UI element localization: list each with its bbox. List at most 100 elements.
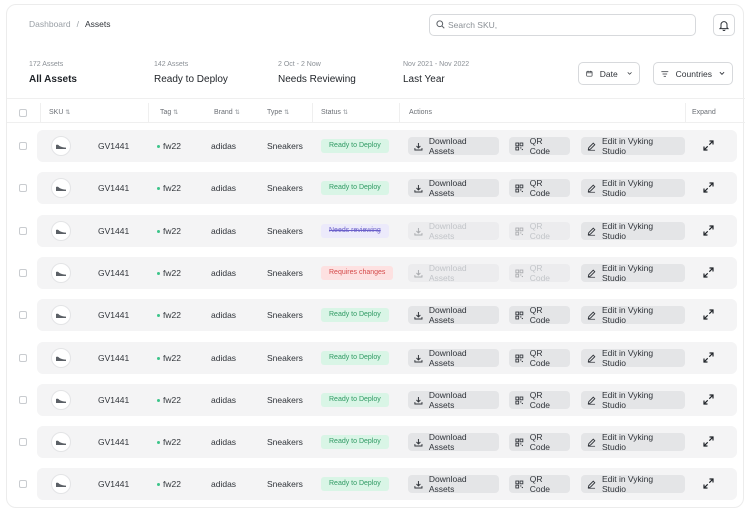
notifications-button[interactable]: [713, 14, 735, 36]
table-row[interactable]: GV1441 fw22 adidas Sneakers Needs reviewing D…: [37, 215, 737, 247]
qr-code-button[interactable]: QR Code: [509, 390, 570, 410]
table-row[interactable]: GV1441 fw22 adidas Sneakers Ready to Deploy D…: [37, 172, 737, 204]
qr-code-button[interactable]: QR Code: [509, 348, 570, 368]
countries-filter-button[interactable]: Countries: [653, 62, 733, 85]
expand-icon[interactable]: [703, 267, 714, 278]
edit-in-studio-button[interactable]: Edit in Vyking Studio: [581, 348, 685, 368]
column-brand[interactable]: Brand ⇅: [214, 109, 240, 116]
row-checkbox[interactable]: [19, 438, 27, 446]
status-badge: Requires changes: [321, 266, 394, 280]
table-row[interactable]: GV1441 fw22 adidas Sneakers Ready to Deploy D…: [37, 384, 737, 416]
row-checkbox[interactable]: [19, 269, 27, 277]
download-assets-button[interactable]: Download Assets: [408, 136, 499, 156]
download-assets-button[interactable]: Download Assets: [408, 221, 499, 241]
sku-cell: GV1441: [98, 310, 130, 320]
qr-code-icon: [515, 311, 524, 319]
search-input[interactable]: [448, 18, 688, 32]
sneaker-icon: [56, 229, 66, 234]
table-row[interactable]: GV1441 fw22 adidas Sneakers Ready to Deploy D…: [37, 468, 737, 500]
tab-all-assets[interactable]: 172 Assets All Assets: [29, 59, 119, 99]
row-checkbox[interactable]: [19, 354, 27, 362]
table-row[interactable]: GV1441 fw22 adidas Sneakers Ready to Deploy D…: [37, 426, 737, 458]
qr-code-button[interactable]: QR Code: [509, 432, 570, 452]
edit-in-studio-button[interactable]: Edit in Vyking Studio: [581, 263, 685, 283]
qr-code-button[interactable]: QR Code: [509, 305, 570, 325]
qr-code-button[interactable]: QR Code: [509, 178, 570, 198]
edit-in-studio-button[interactable]: Edit in Vyking Studio: [581, 178, 685, 198]
tag-label: fw22: [163, 141, 181, 151]
row-checkbox[interactable]: [19, 480, 27, 488]
sku-cell: GV1441: [98, 141, 130, 151]
download-assets-button[interactable]: Download Assets: [408, 305, 499, 325]
download-icon: [414, 311, 423, 320]
expand-icon[interactable]: [703, 352, 714, 363]
qr-code-label: QR Code: [529, 221, 551, 241]
download-assets-label: Download Assets: [428, 390, 467, 410]
row-checkbox[interactable]: [19, 311, 27, 319]
breadcrumb-dashboard[interactable]: Dashboard: [29, 19, 71, 29]
tag-dot: [157, 441, 160, 445]
tab-ready-to-deploy[interactable]: 142 Assets Ready to Deploy: [154, 59, 264, 99]
column-type[interactable]: Type ⇅: [267, 109, 289, 116]
edit-in-studio-button[interactable]: Edit in Vyking Studio: [581, 432, 685, 452]
download-assets-button[interactable]: Download Assets: [408, 263, 499, 283]
type-cell: Sneakers: [267, 268, 303, 278]
type-cell: Sneakers: [267, 395, 303, 405]
tag-label: fw22: [163, 353, 181, 363]
expand-icon[interactable]: [703, 140, 714, 151]
tab-last-year[interactable]: Nov 2021 - Nov 2022 Last Year: [403, 59, 513, 99]
date-filter-button[interactable]: Date: [578, 62, 640, 85]
pencil-icon: [587, 227, 596, 236]
edit-in-studio-button[interactable]: Edit in Vyking Studio: [581, 305, 685, 325]
tab-needs-reviewing[interactable]: 2 Oct - 2 Now Needs Reviewing: [278, 59, 388, 99]
table-row[interactable]: GV1441 fw22 adidas Sneakers Requires changes…: [37, 257, 737, 289]
row-checkbox[interactable]: [19, 396, 27, 404]
row-checkbox[interactable]: [19, 142, 27, 150]
tag-cell: fw22: [157, 479, 181, 489]
type-cell: Sneakers: [267, 353, 303, 363]
expand-icon[interactable]: [703, 394, 714, 405]
expand-icon[interactable]: [703, 309, 714, 320]
expand-icon[interactable]: [703, 182, 714, 193]
download-assets-button[interactable]: Download Assets: [408, 178, 499, 198]
qr-code-button[interactable]: QR Code: [509, 136, 570, 156]
qr-code-label: QR Code: [529, 305, 551, 325]
column-tag[interactable]: Tag ⇅: [160, 109, 178, 116]
pencil-icon: [587, 311, 596, 320]
expand-icon[interactable]: [703, 225, 714, 236]
column-status[interactable]: Status ⇅: [321, 109, 348, 116]
tab-label: All Assets: [29, 74, 77, 85]
edit-in-studio-label: Edit in Vyking Studio: [601, 432, 654, 452]
qr-code-button[interactable]: QR Code: [509, 263, 570, 283]
row-checkbox[interactable]: [19, 227, 27, 235]
qr-code-icon: [515, 184, 524, 192]
table-row[interactable]: GV1441 fw22 adidas Sneakers Ready to Deploy D…: [37, 299, 737, 331]
sort-icon: ⇅: [65, 110, 71, 116]
column-sku[interactable]: SKU ⇅: [49, 109, 70, 116]
qr-code-button[interactable]: QR Code: [509, 474, 570, 494]
table-row[interactable]: GV1441 fw22 adidas Sneakers Ready to Deploy D…: [37, 342, 737, 374]
edit-in-studio-button[interactable]: Edit in Vyking Studio: [581, 390, 685, 410]
download-assets-button[interactable]: Download Assets: [408, 432, 499, 452]
expand-icon[interactable]: [703, 436, 714, 447]
edit-in-studio-button[interactable]: Edit in Vyking Studio: [581, 474, 685, 494]
download-icon: [414, 184, 423, 193]
tag-cell: fw22: [157, 141, 181, 151]
download-assets-label: Download Assets: [428, 263, 467, 283]
edit-in-studio-button[interactable]: Edit in Vyking Studio: [581, 136, 685, 156]
download-assets-button[interactable]: Download Assets: [408, 348, 499, 368]
status-badge: Ready to Deploy: [321, 435, 389, 449]
download-icon: [414, 354, 423, 363]
download-assets-button[interactable]: Download Assets: [408, 390, 499, 410]
search-box[interactable]: [429, 14, 696, 36]
chevron-down-icon: [627, 72, 632, 75]
filter-icon: [661, 70, 669, 77]
tag-cell: fw22: [157, 395, 181, 405]
row-checkbox[interactable]: [19, 184, 27, 192]
qr-code-button[interactable]: QR Code: [509, 221, 570, 241]
download-assets-button[interactable]: Download Assets: [408, 474, 499, 494]
select-all-checkbox[interactable]: [19, 109, 27, 117]
table-row[interactable]: GV1441 fw22 adidas Sneakers Ready to Deploy D…: [37, 130, 737, 162]
expand-icon[interactable]: [703, 478, 714, 489]
edit-in-studio-button[interactable]: Edit in Vyking Studio: [581, 221, 685, 241]
